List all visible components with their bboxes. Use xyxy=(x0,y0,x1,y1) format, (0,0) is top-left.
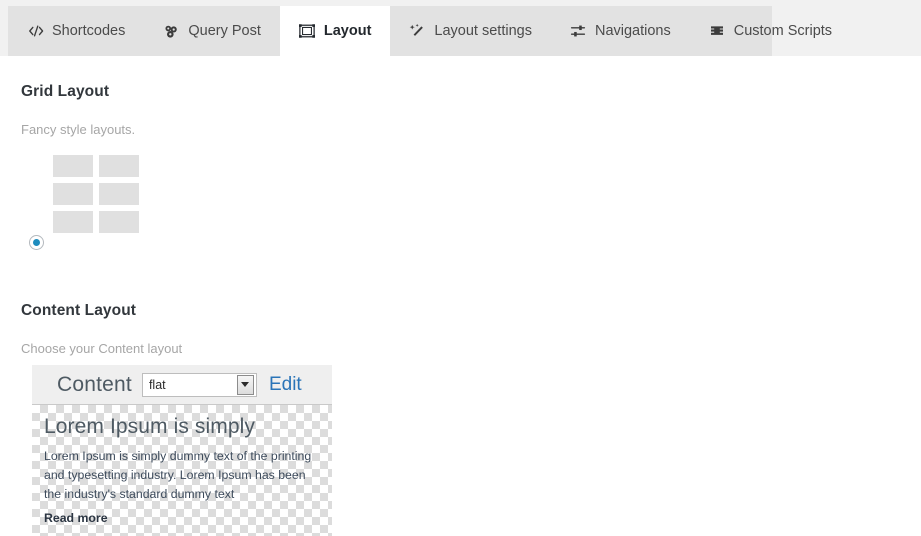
tab-layout[interactable]: Layout xyxy=(279,6,391,56)
tab-custom-scripts[interactable]: Custom Scripts xyxy=(690,6,851,56)
grid-cell xyxy=(53,211,93,233)
grid-cell xyxy=(99,211,139,233)
content-widget-header: Content flat Edit xyxy=(32,365,332,405)
grid-layout-heading: Grid Layout xyxy=(21,83,110,100)
layout-settings-screen: Shortcodes Query Post Layout Layout sett… xyxy=(0,0,921,536)
content-layout-heading: Content Layout xyxy=(21,302,137,319)
tab-shortcodes[interactable]: Shortcodes xyxy=(8,6,144,56)
tab-layout-settings[interactable]: Layout settings xyxy=(390,6,551,56)
code-brackets-icon xyxy=(27,23,44,40)
magic-wand-icon xyxy=(409,23,426,40)
content-layout-select[interactable]: flat xyxy=(141,372,257,397)
content-layout-preview: Lorem Ipsum is simply Lorem Ipsum is sim… xyxy=(32,405,332,536)
content-layout-widget: Content flat Edit Lorem Ipsum is simply … xyxy=(32,365,332,536)
chevron-down-icon[interactable] xyxy=(236,374,254,395)
left-gutter-body xyxy=(0,56,8,531)
grid-cell xyxy=(53,155,93,177)
content-widget-title: Content xyxy=(57,372,132,396)
preview-paragraph: Lorem Ipsum is simply dummy text of the … xyxy=(44,449,312,502)
grid-cell xyxy=(99,183,139,205)
network-nodes-icon xyxy=(163,23,180,40)
tab-label: Navigations xyxy=(594,23,671,39)
preview-heading: Lorem Ipsum is simply xyxy=(44,415,255,438)
grid-cell xyxy=(53,183,93,205)
tab-label: Custom Scripts xyxy=(733,23,833,39)
panel-body: Grid Layout Fancy style layouts. Content… xyxy=(8,56,921,536)
tab-label: Query Post xyxy=(188,23,261,39)
read-more-link[interactable]: Read more xyxy=(44,511,320,525)
layers-icon xyxy=(709,23,726,40)
tab-bar: Shortcodes Query Post Layout Layout sett… xyxy=(0,0,921,56)
tab-label: Layout settings xyxy=(434,23,532,39)
tab-strip: Shortcodes Query Post Layout Layout sett… xyxy=(8,6,832,56)
tab-label: Layout xyxy=(323,23,372,39)
tab-navigations[interactable]: Navigations xyxy=(551,6,690,56)
tab-query-post[interactable]: Query Post xyxy=(144,6,280,56)
content-layout-select-value: flat xyxy=(148,377,166,392)
tab-label: Shortcodes xyxy=(52,23,126,39)
grid-layout-radio[interactable] xyxy=(29,235,44,250)
edit-link[interactable]: Edit xyxy=(269,374,302,396)
grid-layout-thumbnail[interactable] xyxy=(53,155,139,233)
content-layout-description: Choose your Content layout xyxy=(21,341,183,356)
grid-layout-description: Fancy style layouts. xyxy=(21,122,136,137)
layout-frame-icon xyxy=(299,23,316,40)
grid-cell xyxy=(99,155,139,177)
sliders-icon xyxy=(570,23,587,40)
